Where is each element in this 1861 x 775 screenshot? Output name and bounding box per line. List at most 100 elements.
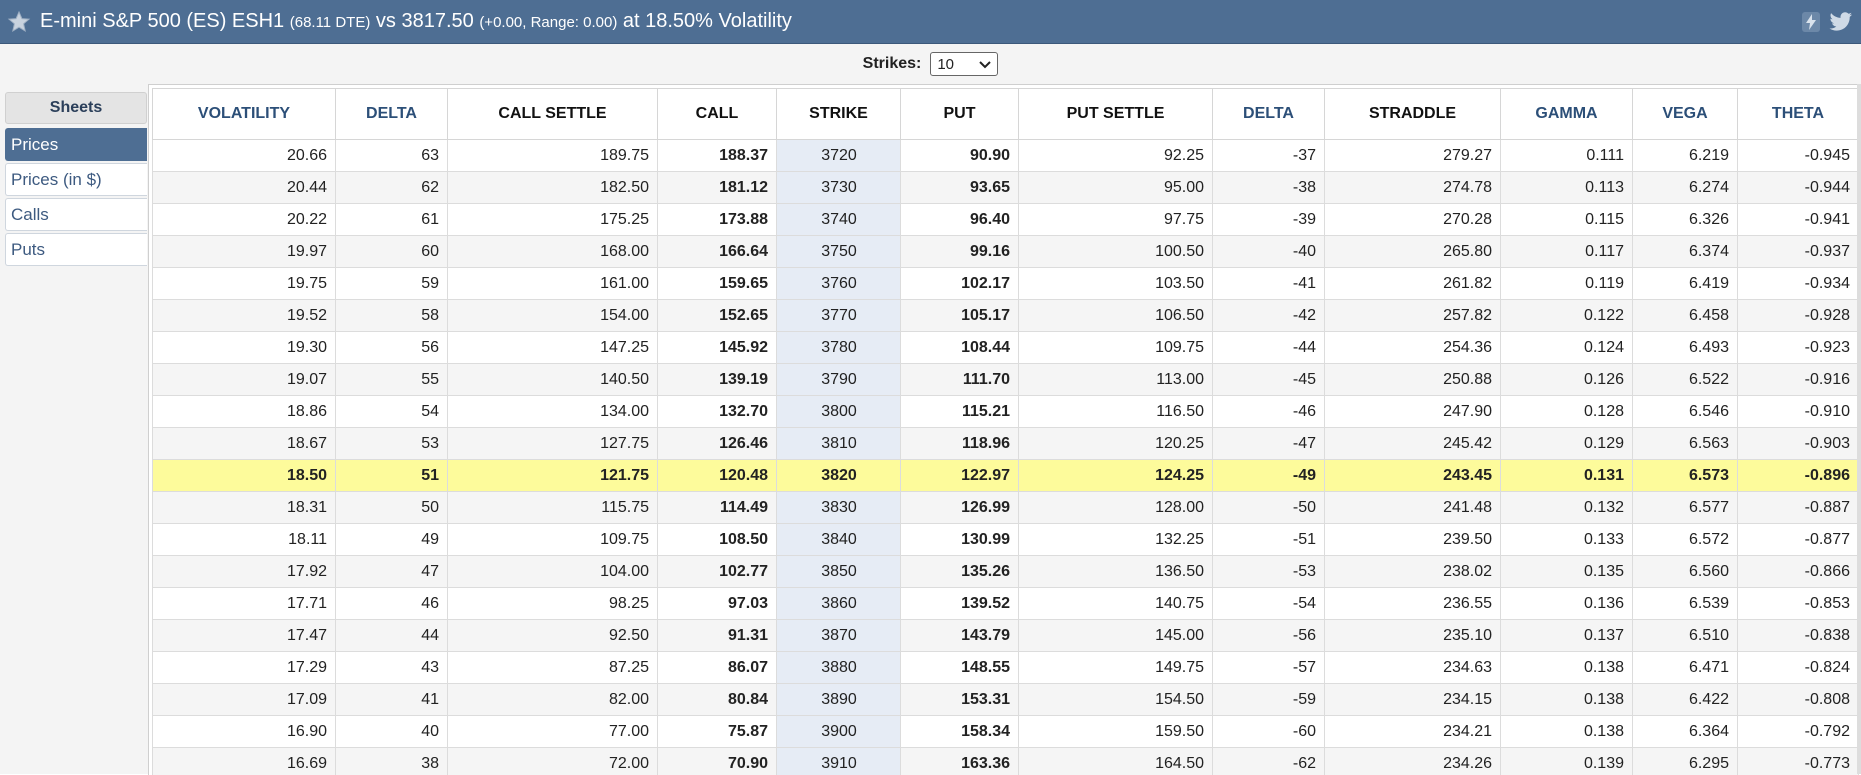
- table-row[interactable]: 19.3056147.25145.923780108.44109.75-4425…: [153, 332, 1859, 364]
- cell-call-delta: 49: [336, 524, 448, 556]
- cell-put-settle: 100.50: [1019, 236, 1213, 268]
- table-row[interactable]: 18.3150115.75114.493830126.99128.00-5024…: [153, 492, 1859, 524]
- sidebar-item-calls[interactable]: Calls: [5, 198, 147, 231]
- column-header-put-settle[interactable]: PUT SETTLE: [1019, 89, 1213, 140]
- cell-vega: 6.493: [1633, 332, 1738, 364]
- table-row[interactable]: 17.294387.2586.073880148.55149.75-57234.…: [153, 652, 1859, 684]
- cell-put-delta: -39: [1213, 204, 1325, 236]
- cell-put: 122.97: [901, 460, 1019, 492]
- cell-put: 115.21: [901, 396, 1019, 428]
- cell-straddle: 257.82: [1325, 300, 1501, 332]
- cell-strike: 3840: [777, 524, 901, 556]
- cell-call-delta: 50: [336, 492, 448, 524]
- table-row[interactable]: 19.7559161.00159.653760102.17103.50-4126…: [153, 268, 1859, 300]
- table-row[interactable]: 17.094182.0080.843890153.31154.50-59234.…: [153, 684, 1859, 716]
- table-row[interactable]: 18.8654134.00132.703800115.21116.50-4624…: [153, 396, 1859, 428]
- table-scrollbar[interactable]: [1857, 84, 1861, 774]
- column-header-strike[interactable]: STRIKE: [777, 89, 901, 140]
- table-row[interactable]: 19.0755140.50139.193790111.70113.00-4525…: [153, 364, 1859, 396]
- table-row[interactable]: 19.9760168.00166.64375099.16100.50-40265…: [153, 236, 1859, 268]
- cell-call-delta: 54: [336, 396, 448, 428]
- strikes-select[interactable]: 10: [930, 52, 998, 76]
- table-row[interactable]: 18.5051121.75120.483820122.97124.25-4924…: [153, 460, 1859, 492]
- table-row[interactable]: 19.5258154.00152.653770105.17106.50-4225…: [153, 300, 1859, 332]
- cell-call-settle: 121.75: [448, 460, 658, 492]
- column-header-volatility[interactable]: VOLATILITY: [153, 89, 336, 140]
- sidebar-item-prices-in-dollars[interactable]: Prices (in $): [5, 163, 147, 196]
- table-row[interactable]: 20.2261175.25173.88374096.4097.75-39270.…: [153, 204, 1859, 236]
- sidebar-item-puts[interactable]: Puts: [5, 233, 147, 266]
- cell-theta: -0.866: [1738, 556, 1859, 588]
- cell-put: 143.79: [901, 620, 1019, 652]
- cell-put: 99.16: [901, 236, 1019, 268]
- cell-put: 108.44: [901, 332, 1019, 364]
- cell-strike: 3770: [777, 300, 901, 332]
- table-row[interactable]: 17.714698.2597.033860139.52140.75-54236.…: [153, 588, 1859, 620]
- cell-volatility: 19.30: [153, 332, 336, 364]
- cell-vega: 6.419: [1633, 268, 1738, 300]
- cell-put-settle: 109.75: [1019, 332, 1213, 364]
- twitter-icon[interactable]: [1829, 10, 1853, 34]
- cell-straddle: 274.78: [1325, 172, 1501, 204]
- cell-put-delta: -45: [1213, 364, 1325, 396]
- cell-strike: 3780: [777, 332, 901, 364]
- cell-strike: 3720: [777, 140, 901, 172]
- cell-call: 145.92: [658, 332, 777, 364]
- table-row[interactable]: 20.4462182.50181.12373093.6595.00-38274.…: [153, 172, 1859, 204]
- cell-call: 166.64: [658, 236, 777, 268]
- cell-call: 91.31: [658, 620, 777, 652]
- cell-call: 173.88: [658, 204, 777, 236]
- cell-strike: 3890: [777, 684, 901, 716]
- cell-theta: -0.903: [1738, 428, 1859, 460]
- cell-call-delta: 62: [336, 172, 448, 204]
- column-header-theta[interactable]: THETA: [1738, 89, 1859, 140]
- column-header-put[interactable]: PUT: [901, 89, 1019, 140]
- table-row[interactable]: 16.693872.0070.903910163.36164.50-62234.…: [153, 748, 1859, 775]
- cell-put: 102.17: [901, 268, 1019, 300]
- cell-theta: -0.896: [1738, 460, 1859, 492]
- cell-put-delta: -59: [1213, 684, 1325, 716]
- column-header-call[interactable]: CALL: [658, 89, 777, 140]
- cell-call: 108.50: [658, 524, 777, 556]
- cell-theta: -0.941: [1738, 204, 1859, 236]
- cell-strike: 3820: [777, 460, 901, 492]
- cell-put-settle: 140.75: [1019, 588, 1213, 620]
- cell-theta: -0.877: [1738, 524, 1859, 556]
- cell-call-delta: 41: [336, 684, 448, 716]
- cell-gamma: 0.128: [1501, 396, 1633, 428]
- table-row[interactable]: 16.904077.0075.873900158.34159.50-60234.…: [153, 716, 1859, 748]
- column-header-gamma[interactable]: GAMMA: [1501, 89, 1633, 140]
- cell-vega: 6.295: [1633, 748, 1738, 775]
- cell-call-settle: 147.25: [448, 332, 658, 364]
- sidebar-item-prices[interactable]: Prices: [5, 128, 147, 161]
- cell-call: 114.49: [658, 492, 777, 524]
- cell-volatility: 18.50: [153, 460, 336, 492]
- column-header-call-settle[interactable]: CALL SETTLE: [448, 89, 658, 140]
- table-row[interactable]: 18.6753127.75126.463810118.96120.25-4724…: [153, 428, 1859, 460]
- star-icon[interactable]: [6, 9, 32, 35]
- table-row[interactable]: 18.1149109.75108.503840130.99132.25-5123…: [153, 524, 1859, 556]
- cell-put-delta: -47: [1213, 428, 1325, 460]
- column-header-vega[interactable]: VEGA: [1633, 89, 1738, 140]
- cell-straddle: 234.15: [1325, 684, 1501, 716]
- cell-straddle: 234.21: [1325, 716, 1501, 748]
- column-header-straddle[interactable]: STRADDLE: [1325, 89, 1501, 140]
- cell-call-settle: 72.00: [448, 748, 658, 775]
- cell-gamma: 0.132: [1501, 492, 1633, 524]
- column-header-call-delta[interactable]: DELTA: [336, 89, 448, 140]
- cell-gamma: 0.139: [1501, 748, 1633, 775]
- table-row[interactable]: 20.6663189.75188.37372090.9092.25-37279.…: [153, 140, 1859, 172]
- cell-straddle: 235.10: [1325, 620, 1501, 652]
- cell-vega: 6.577: [1633, 492, 1738, 524]
- table-row[interactable]: 17.9247104.00102.773850135.26136.50-5323…: [153, 556, 1859, 588]
- cell-put: 96.40: [901, 204, 1019, 236]
- cell-straddle: 247.90: [1325, 396, 1501, 428]
- cell-gamma: 0.119: [1501, 268, 1633, 300]
- cell-straddle: 239.50: [1325, 524, 1501, 556]
- lightning-icon[interactable]: [1799, 10, 1823, 34]
- cell-put-delta: -50: [1213, 492, 1325, 524]
- table-row[interactable]: 17.474492.5091.313870143.79145.00-56235.…: [153, 620, 1859, 652]
- cell-gamma: 0.137: [1501, 620, 1633, 652]
- cell-straddle: 241.48: [1325, 492, 1501, 524]
- column-header-put-delta[interactable]: DELTA: [1213, 89, 1325, 140]
